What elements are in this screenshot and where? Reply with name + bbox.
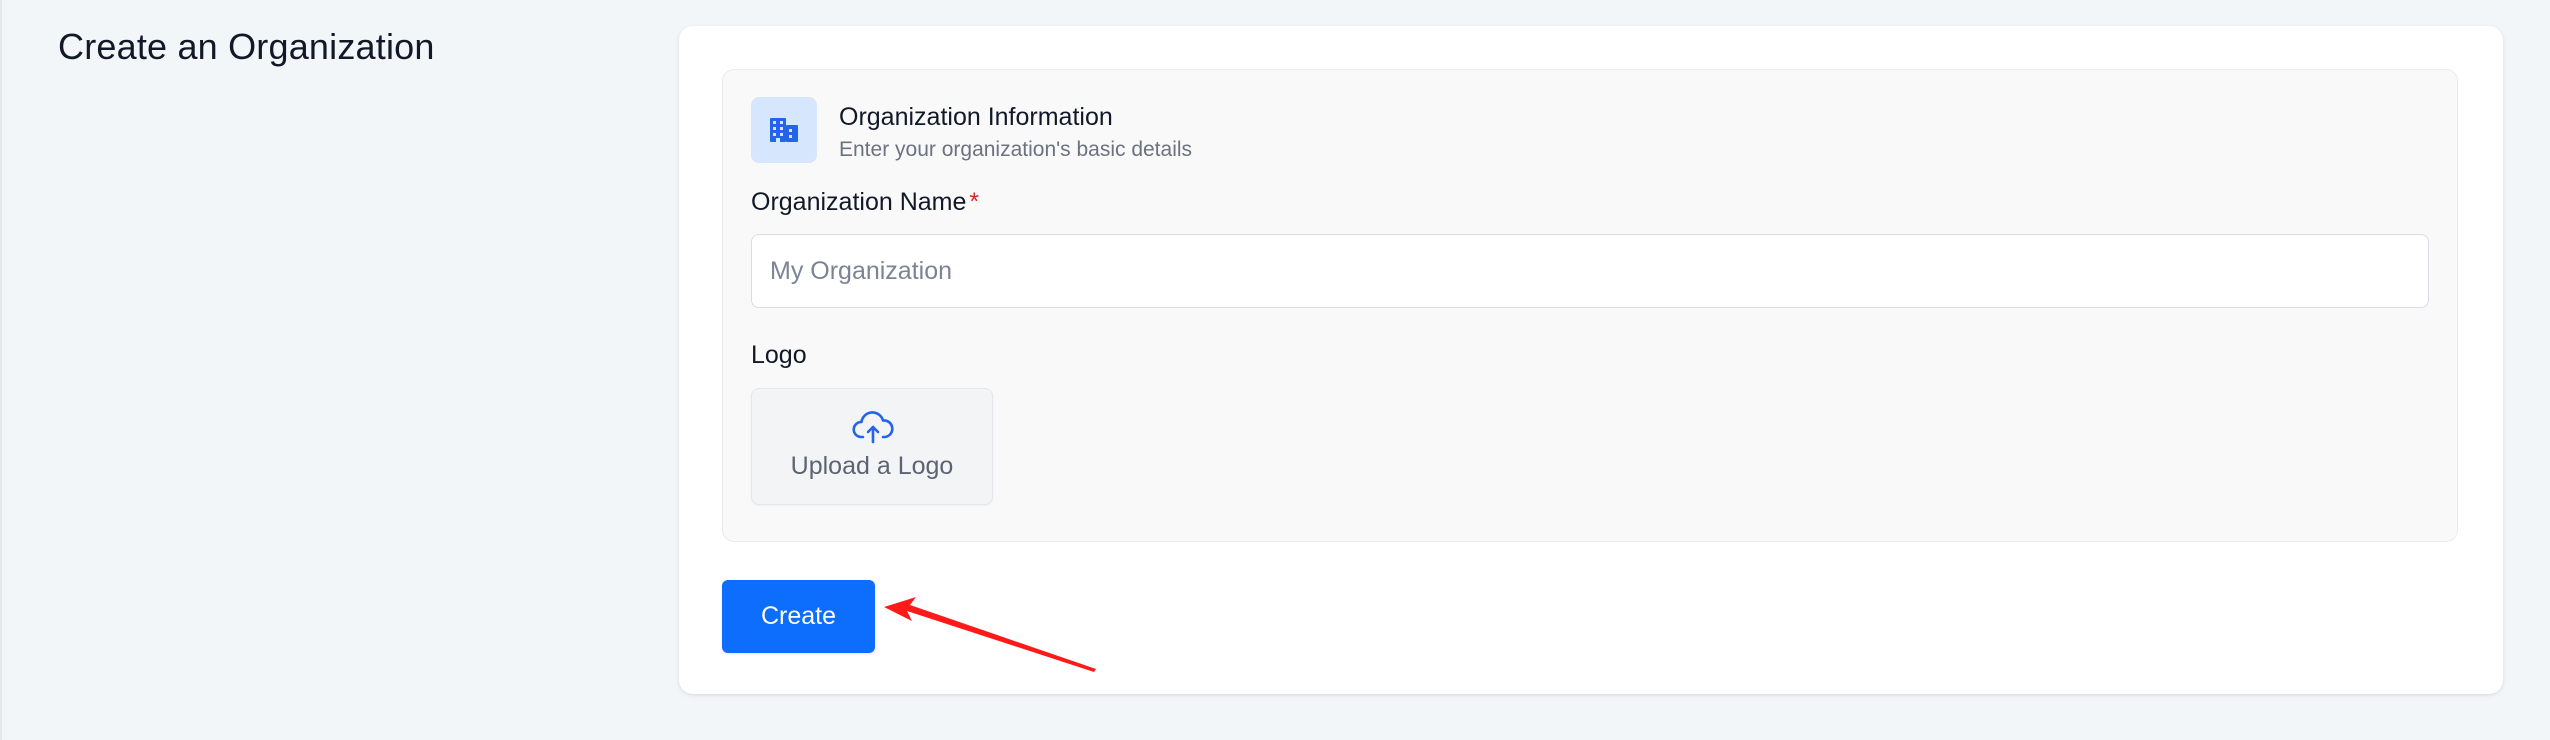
organization-name-label-text: Organization Name: [751, 188, 967, 216]
section-subtitle: Enter your organization's basic details: [839, 138, 1193, 161]
section-title: Organization Information: [839, 103, 1113, 131]
create-organization-page: Create an Organization Organization Info…: [0, 0, 2550, 740]
organization-name-input[interactable]: [751, 234, 2429, 308]
required-asterisk: *: [969, 188, 980, 216]
red-arrow-icon: [884, 597, 1096, 672]
building-icon: [751, 97, 817, 163]
upload-logo-button[interactable]: Upload a Logo: [751, 388, 993, 505]
logo-label: Logo: [751, 341, 807, 369]
upload-logo-label: Upload a Logo: [790, 452, 954, 480]
organization-information-section: Organization Information Enter your orga…: [722, 69, 2458, 542]
organization-name-label: Organization Name *: [751, 185, 979, 219]
organization-form-card: Organization Information Enter your orga…: [679, 26, 2503, 694]
cloud-upload-icon: [852, 411, 894, 444]
create-button[interactable]: Create: [722, 580, 875, 653]
page-title: Create an Organization: [58, 26, 435, 67]
page-edge-divider: [0, 0, 2, 740]
